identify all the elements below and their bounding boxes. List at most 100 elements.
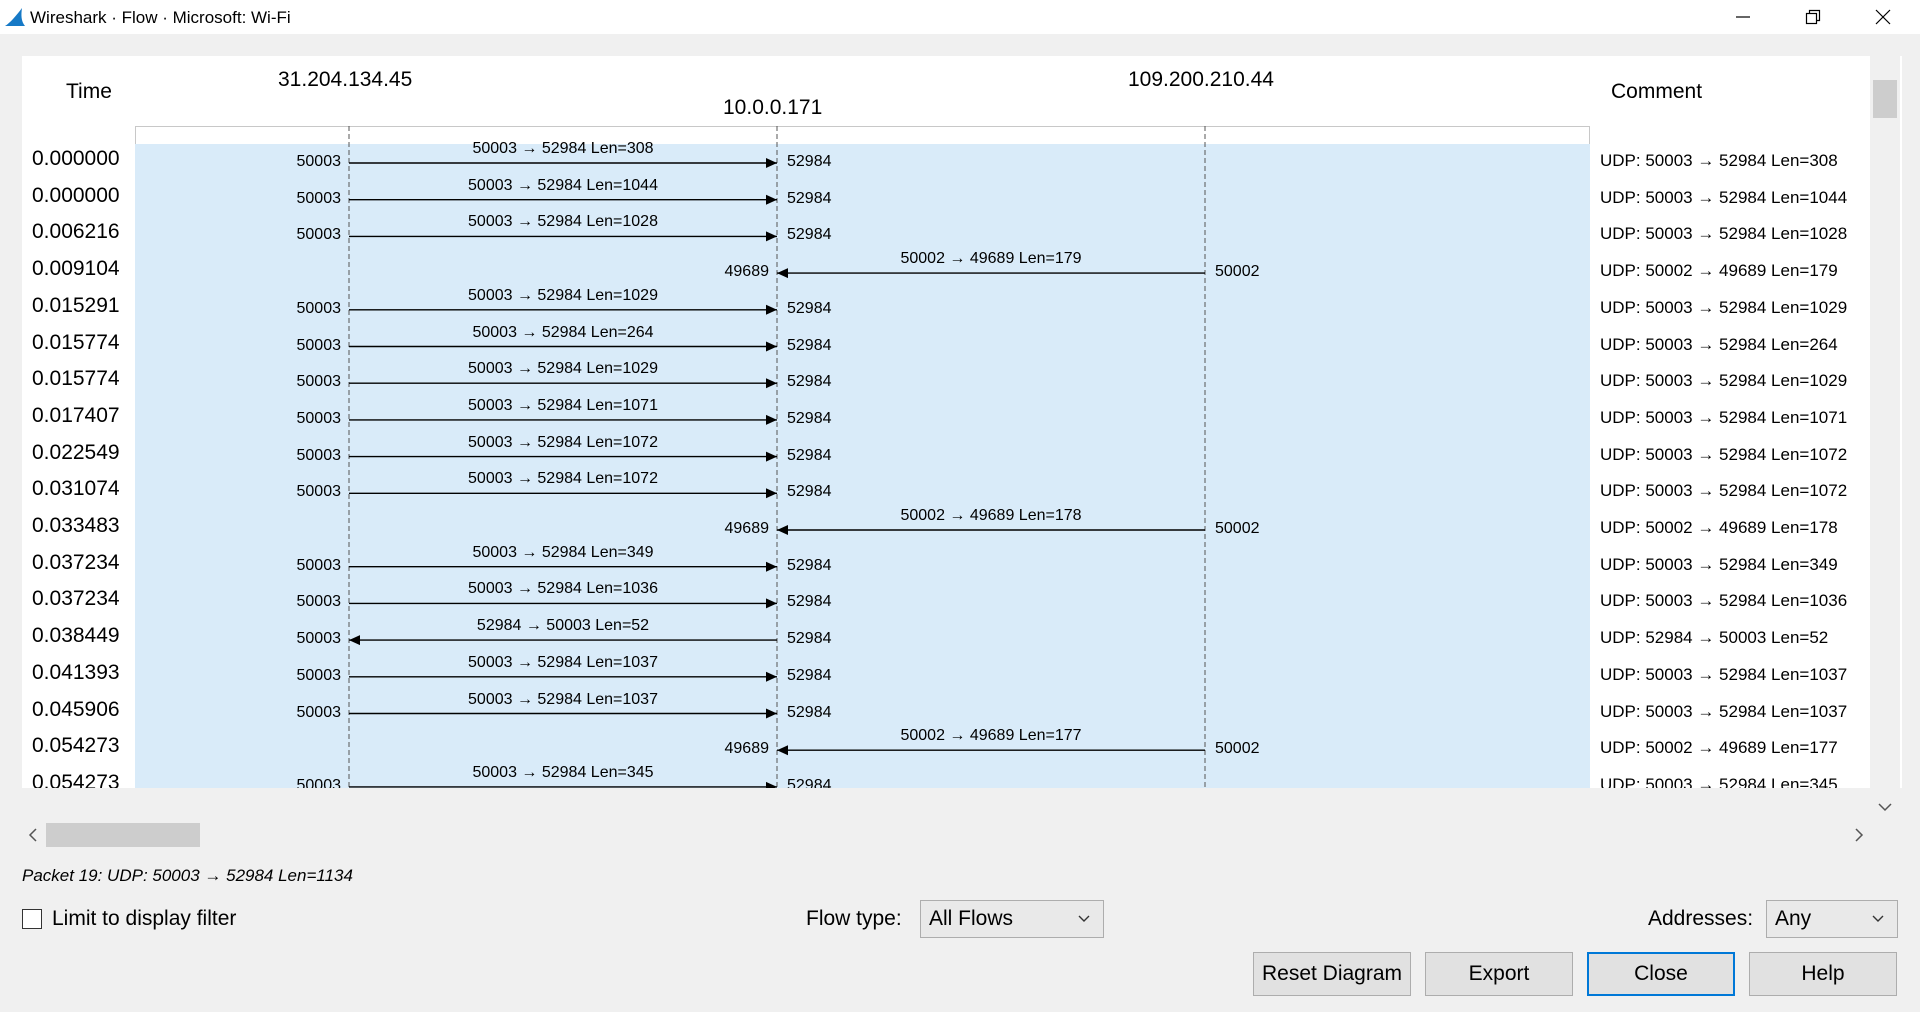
vertical-scrollbar[interactable] — [1870, 56, 1900, 818]
port-right: 52984 — [787, 299, 832, 317]
flow-arrow-head — [766, 671, 777, 682]
flow-time: 0.041393 — [32, 660, 120, 684]
horizontal-scroll-thumb[interactable] — [46, 823, 200, 847]
vertical-scroll-thumb[interactable] — [1873, 80, 1897, 118]
addresses-select[interactable]: Any — [1766, 900, 1898, 938]
port-right: 52984 — [787, 666, 832, 684]
port-left: 50003 — [296, 630, 342, 648]
flow-comment: UDP: 50003 → 52984 Len=1029 — [1600, 371, 1848, 391]
flow-arrow-head — [349, 635, 360, 646]
close-button[interactable]: Close — [1587, 952, 1735, 996]
flow-arrow-label: 50003 → 52984 Len=349 — [472, 543, 654, 561]
packet-status: Packet 19: UDP: 50003 → 52984 Len=1134 — [22, 866, 353, 885]
limit-to-display-filter-checkbox[interactable] — [22, 909, 42, 929]
flow-arrow-label: 50002 → 49689 Len=178 — [900, 507, 1082, 524]
port-right: 52984 — [787, 189, 832, 207]
flow-time: 0.038449 — [32, 624, 120, 648]
flow-diagram[interactable]: Time 31.204.134.45 10.0.0.171 109.200.21… — [22, 56, 1870, 788]
port-left: 50003 — [296, 776, 342, 788]
flow-comment: UDP: 50003 → 52984 Len=1071 — [1600, 407, 1848, 427]
flow-comment: UDP: 50003 → 52984 Len=1036 — [1600, 591, 1848, 611]
horizontal-scrollbar[interactable] — [22, 820, 1870, 850]
export-button[interactable]: Export — [1425, 952, 1573, 996]
flow-time: 0.017407 — [32, 403, 120, 427]
flow-time: 0.000000 — [32, 147, 120, 170]
port-left: 50003 — [296, 666, 342, 684]
flow-arrow-head — [766, 158, 777, 168]
port-right: 50002 — [1215, 520, 1260, 537]
flow-arrow-label: 50003 → 52984 Len=1044 — [468, 176, 658, 194]
flow-time: 0.015291 — [32, 293, 120, 317]
scroll-left-icon[interactable] — [28, 828, 38, 842]
flow-comment: UDP: 50003 → 52984 Len=1072 — [1600, 444, 1848, 464]
flow-time: 0.033483 — [32, 514, 120, 537]
port-left: 50003 — [296, 373, 342, 391]
flow-arrow-label: 50003 → 52984 Len=308 — [472, 140, 654, 157]
port-left: 50003 — [296, 483, 342, 501]
flow-comment: UDP: 50003 → 52984 Len=1029 — [1600, 297, 1848, 317]
port-left: 50003 — [296, 593, 342, 611]
flow-arrow-head — [766, 708, 777, 719]
flow-arrow-head — [766, 781, 777, 788]
port-left: 49689 — [724, 740, 770, 758]
port-left: 50003 — [296, 299, 342, 317]
flow-arrow-label: 50003 → 52984 Len=1072 — [468, 433, 658, 451]
flow-time: 0.031074 — [32, 477, 120, 501]
port-left: 50003 — [296, 703, 342, 721]
port-left: 50003 — [296, 446, 342, 464]
restore-button[interactable] — [1778, 0, 1848, 34]
chevron-down-icon — [1872, 915, 1884, 922]
flow-comment: UDP: 50002 → 49689 Len=178 — [1600, 518, 1838, 537]
flow-arrow-head — [766, 561, 777, 572]
flow-arrow-label: 50003 → 52984 Len=345 — [472, 763, 654, 781]
port-right: 52984 — [787, 373, 832, 391]
flow-arrow-label: 52984 → 50003 Len=52 — [476, 617, 650, 635]
help-button[interactable]: Help — [1749, 952, 1897, 996]
port-right: 52984 — [787, 556, 832, 574]
scroll-down-icon[interactable] — [1878, 802, 1892, 812]
flow-time: 0.015774 — [32, 367, 120, 391]
flow-arrow-label: 50003 → 52984 Len=1072 — [468, 470, 658, 488]
port-left: 50003 — [296, 189, 342, 207]
flow-arrow-label: 50003 → 52984 Len=1036 — [468, 580, 658, 598]
flow-comment: UDP: 50003 → 52984 Len=1044 — [1600, 187, 1848, 207]
port-left: 50003 — [296, 153, 342, 170]
flow-arrow-head — [766, 304, 777, 315]
wireshark-fin-icon — [4, 7, 26, 27]
port-left: 50003 — [296, 336, 342, 354]
close-window-button[interactable] — [1848, 0, 1918, 34]
flow-type-label: Flow type: — [806, 907, 902, 930]
flow-comment: UDP: 50003 → 52984 Len=1037 — [1600, 701, 1848, 721]
port-right: 52984 — [787, 776, 832, 788]
port-left: 49689 — [724, 263, 770, 281]
flow-arrow-label: 50003 → 52984 Len=1029 — [468, 286, 658, 304]
port-right: 52984 — [787, 153, 832, 170]
flow-arrow-head — [777, 268, 788, 279]
flow-comment: UDP: 50003 → 52984 Len=1072 — [1600, 481, 1848, 501]
flow-arrow-head — [766, 194, 777, 205]
flow-comment: UDP: 50003 → 52984 Len=264 — [1600, 334, 1838, 354]
flow-time: 0.045906 — [32, 697, 120, 721]
flow-arrow-label: 50003 → 52984 Len=1071 — [468, 396, 658, 414]
chevron-down-icon — [1078, 915, 1090, 922]
reset-diagram-button[interactable]: Reset Diagram — [1253, 952, 1411, 996]
addresses-value: Any — [1775, 907, 1812, 930]
flow-arrow-label: 50003 → 52984 Len=1037 — [468, 690, 658, 708]
port-right: 52984 — [787, 446, 832, 464]
close-icon — [1875, 9, 1891, 25]
flow-arrow-label: 50002 → 49689 Len=179 — [900, 250, 1082, 268]
flow-comment: UDP: 50002 → 49689 Len=177 — [1600, 738, 1838, 758]
flow-arrow-label: 50003 → 52984 Len=1037 — [468, 653, 658, 671]
port-left: 50003 — [296, 226, 342, 244]
flow-arrow-head — [766, 451, 777, 462]
flow-time: 0.006216 — [32, 220, 120, 244]
flow-type-select[interactable]: All Flows — [920, 900, 1104, 938]
flow-comment: UDP: 50003 → 52984 Len=349 — [1600, 554, 1838, 574]
flow-time: 0.000000 — [32, 183, 120, 207]
limit-to-display-filter-label: Limit to display filter — [52, 907, 237, 930]
flow-time: 0.054273 — [32, 770, 120, 788]
title-bar: Wireshark · Flow · Microsoft: Wi-Fi — [0, 0, 1920, 34]
scroll-right-icon[interactable] — [1854, 828, 1864, 842]
flow-arrow-head — [766, 414, 777, 425]
minimize-button[interactable] — [1708, 0, 1778, 34]
